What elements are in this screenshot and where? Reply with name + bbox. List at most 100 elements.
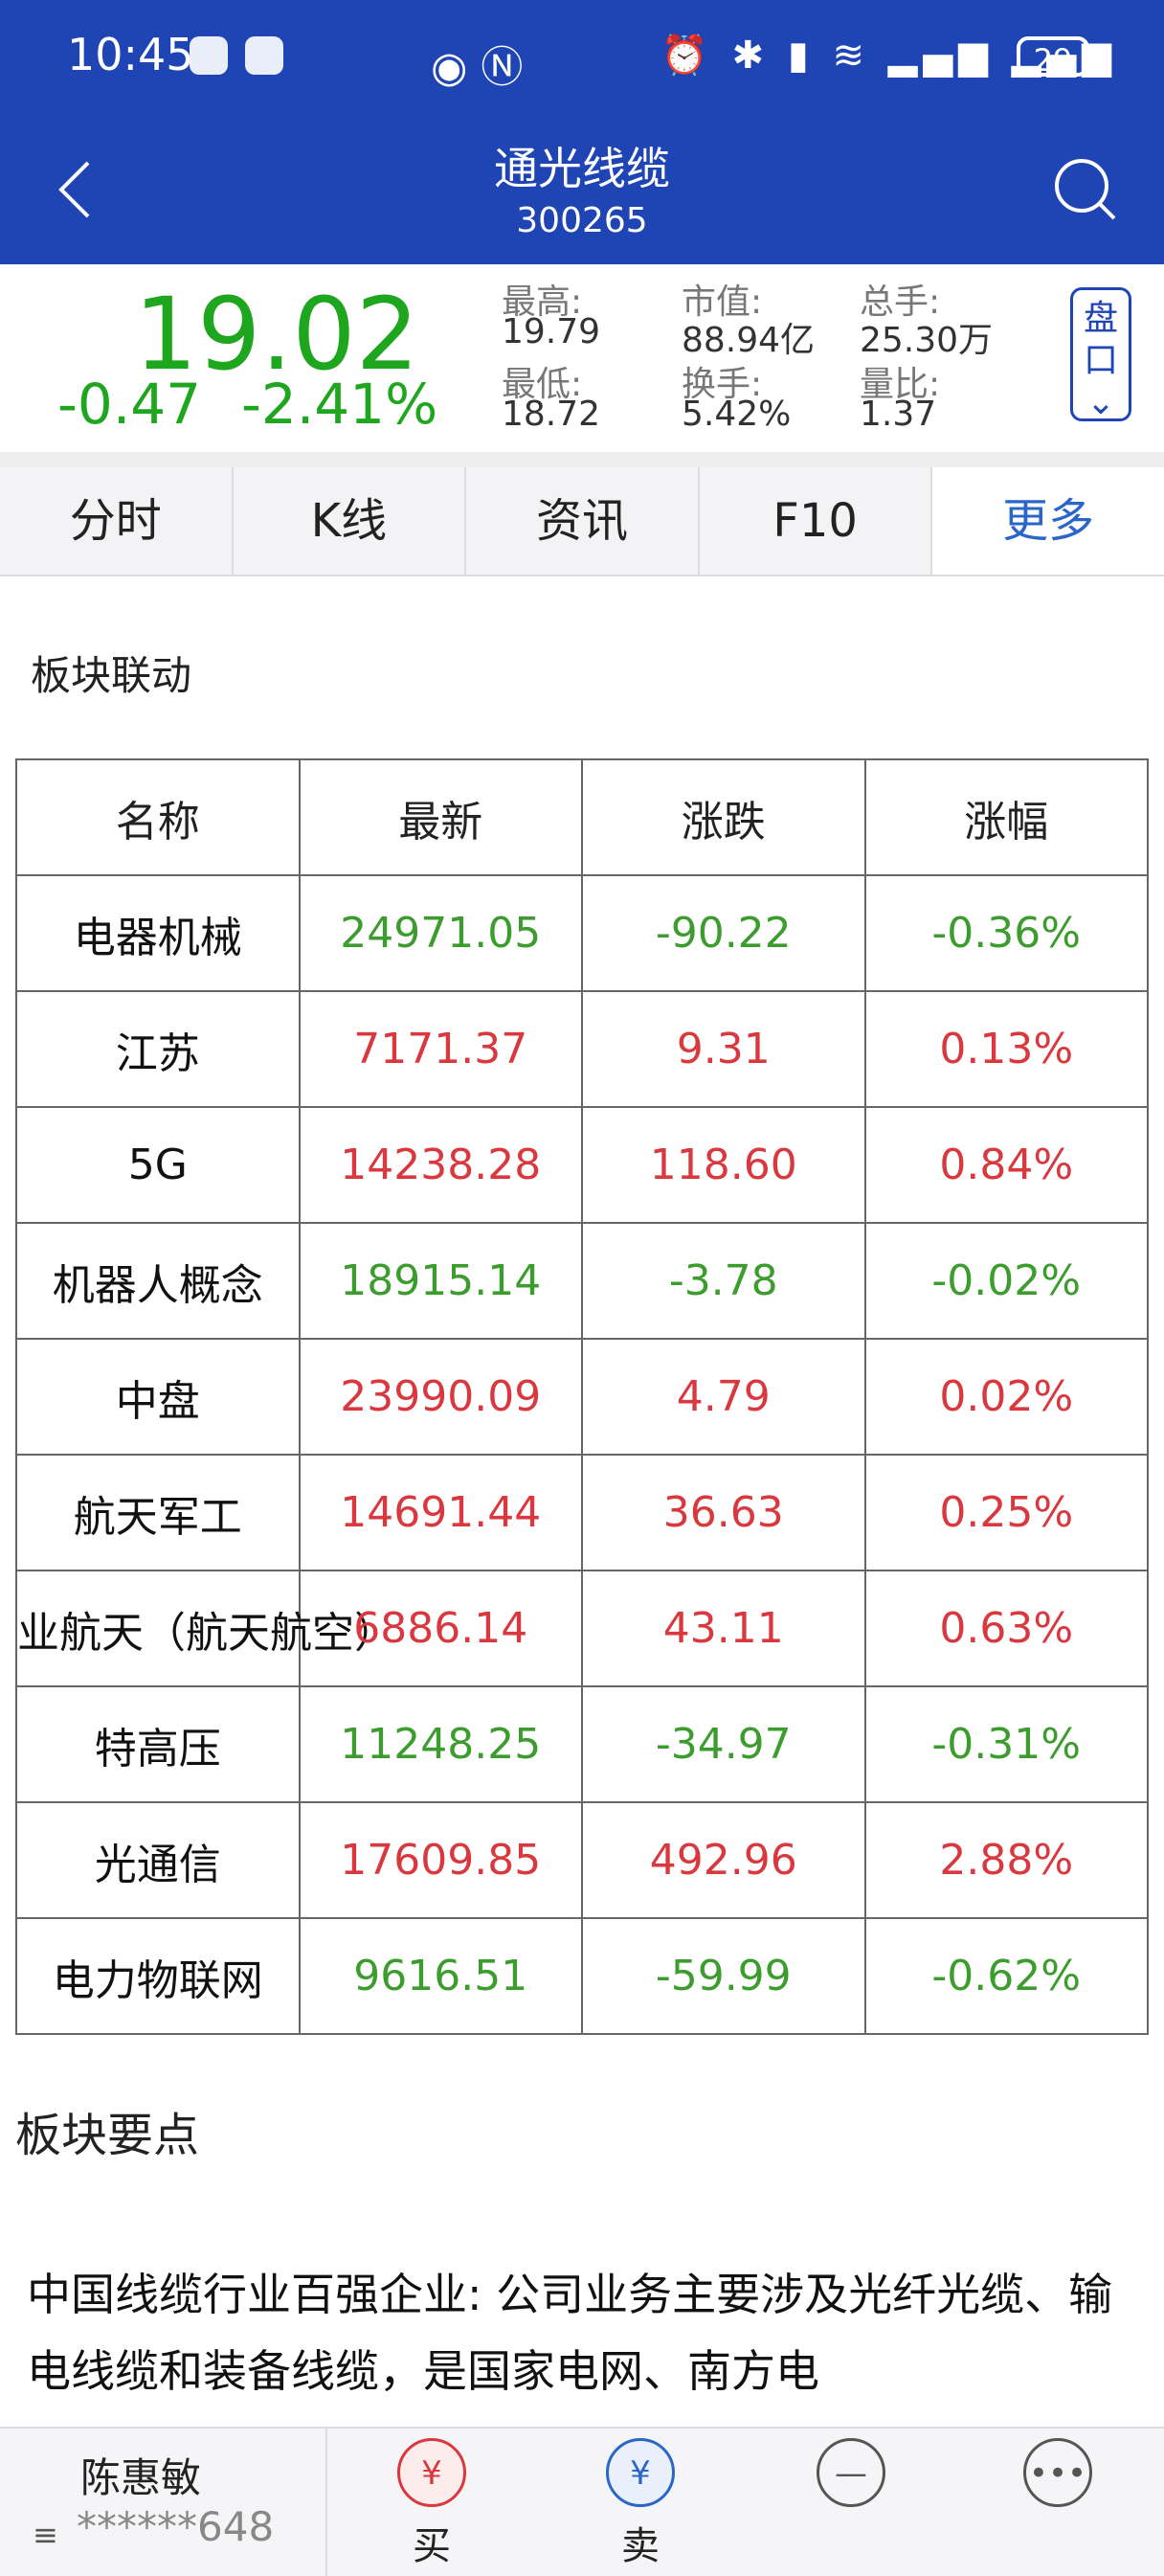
sector-latest-cell: 23990.09 [298, 1338, 583, 1456]
table-row[interactable]: 机器人概念 18915.14 -3.78 -0.02% [15, 1222, 1149, 1340]
stock-header: 通光线缆 300265 [0, 115, 1164, 264]
tab-kline[interactable]: K线 [234, 467, 467, 575]
sector-pct-cell: 0.13% [863, 990, 1149, 1108]
sector-change-cell: 118.60 [581, 1106, 866, 1224]
stock-name: 通光线缆 [494, 143, 670, 194]
sector-pct-cell: 2.88% [863, 1801, 1149, 1919]
tab-news[interactable]: 资讯 [466, 467, 700, 575]
remove-button[interactable]: — [798, 2438, 904, 2507]
order-book-label: 盘口 [1083, 299, 1118, 380]
sector-change-cell: 43.11 [581, 1570, 866, 1687]
table-header-row: 名称 最新 涨跌 涨幅 [15, 758, 1149, 876]
sector-name-cell: 5G [15, 1106, 301, 1224]
app-notification-icon [190, 36, 228, 75]
sector-latest-cell: 14238.28 [298, 1106, 583, 1224]
sector-pct-cell: 0.02% [863, 1338, 1149, 1456]
sector-name-cell: 江苏 [15, 990, 301, 1108]
sector-name-cell: 电力物联网 [15, 1917, 301, 2035]
buy-label: 买 [413, 2524, 451, 2568]
sector-name-cell: 航天军工 [15, 1454, 301, 1571]
sector-latest-cell: 7171.37 [298, 990, 583, 1108]
user-name[interactable]: 陈惠敏 [80, 2446, 201, 2504]
sell-label: 卖 [621, 2524, 660, 2568]
price-change: -0.47 [57, 372, 202, 437]
order-book-button[interactable]: 盘口 ⌄ [1070, 287, 1131, 422]
sell-button[interactable]: ¥ 卖 [588, 2438, 693, 2570]
sector-change-cell: -59.99 [581, 1917, 866, 2035]
sector-change-cell: 492.96 [581, 1801, 866, 1919]
sector-latest-cell: 14691.44 [298, 1454, 583, 1571]
sector-pct-cell: -0.62% [863, 1917, 1149, 2035]
table-row[interactable]: 电力物联网 9616.51 -59.99 -0.62% [15, 1917, 1149, 2035]
table-row[interactable]: 光通信 17609.85 492.96 2.88% [15, 1801, 1149, 1919]
sector-change-cell: -34.97 [581, 1685, 866, 1803]
stat-volratio-value: 1.37 [860, 395, 937, 434]
stock-code: 300265 [516, 201, 648, 240]
sector-name-cell: 光通信 [15, 1801, 301, 1919]
more-button[interactable]: ••• [1005, 2438, 1110, 2507]
tab-bar: 分时 K线 资讯 F10 更多 [0, 467, 1164, 576]
column-header: 名称 [15, 758, 301, 876]
table-row[interactable]: 航天军工 14691.44 36.63 0.25% [15, 1454, 1149, 1571]
table-row[interactable]: 电器机械 24971.05 -90.22 -0.36% [15, 874, 1149, 992]
sector-table: 名称 最新 涨跌 涨幅 电器机械 24971.05 -90.22 -0.36% 江苏 71… [15, 758, 1149, 2035]
sector-pct-cell: 0.63% [863, 1570, 1149, 1687]
sector-name-cell: 特高压 [15, 1685, 301, 1803]
status-time: 10:45 [67, 29, 194, 80]
tab-more[interactable]: 更多 [932, 467, 1164, 575]
sector-change-cell: 9.31 [581, 990, 866, 1108]
sector-latest-cell: 18915.14 [298, 1222, 583, 1340]
column-header: 涨跌 [581, 758, 866, 876]
more-dots-icon: ••• [1023, 2438, 1092, 2507]
stat-mktcap-value: 88.94亿 [682, 321, 816, 360]
sector-name-cell: 中盘 [15, 1338, 301, 1456]
buy-button[interactable]: ¥ 买 [379, 2438, 484, 2570]
sector-latest-cell: 11248.25 [298, 1685, 583, 1803]
app-notification-icon [245, 36, 283, 75]
status-app-icons [190, 36, 283, 75]
stat-high-value: 19.79 [502, 312, 601, 351]
bottom-bar: ≡ 陈惠敏 ******648 ¥ 买 ¥ 卖 — ••• [0, 2427, 1164, 2576]
battery-icon: 29 [1017, 36, 1089, 79]
sector-name-cell: 电器机械 [15, 874, 301, 992]
sector-change-cell: -90.22 [581, 874, 866, 992]
divider [325, 2429, 327, 2576]
divider [0, 452, 1164, 467]
table-row[interactable]: 江苏 7171.37 9.31 0.13% [15, 990, 1149, 1108]
tab-intraday[interactable]: 分时 [0, 467, 234, 575]
sector-name-cell: 机器人概念 [15, 1222, 301, 1340]
search-icon[interactable] [1051, 155, 1120, 224]
stat-turnover-value: 5.42% [682, 395, 792, 434]
chevron-down-icon: ⌄ [1086, 383, 1116, 422]
sector-pct-cell: 0.84% [863, 1106, 1149, 1224]
price-change-pct: -2.41% [241, 372, 438, 437]
sector-pct-cell: 0.25% [863, 1454, 1149, 1571]
sector-linkage-title: 板块联动 [31, 652, 192, 699]
minus-circle-icon: — [817, 2438, 885, 2507]
status-bar: 10:45 ◉ Ⓝ ⏰ ✱ ▮ ≋ ▂▄▆ ▂▄▆ 29 [0, 0, 1164, 115]
sector-latest-cell: 9616.51 [298, 1917, 583, 2035]
sector-pct-cell: -0.02% [863, 1222, 1149, 1340]
sector-latest-cell: 17609.85 [298, 1801, 583, 1919]
sector-change-cell: 36.63 [581, 1454, 866, 1571]
menu-icon[interactable]: ≡ [33, 2517, 59, 2553]
sell-cart-icon: ¥ [606, 2438, 675, 2507]
stat-low-value: 18.72 [502, 395, 601, 434]
sector-points-text: 中国线缆行业百强企业: 公司业务主要涉及光纤光缆、输电线缆和装备线缆，是国家电网… [27, 2269, 1113, 2397]
table-row[interactable]: 特高压 11248.25 -34.97 -0.31% [15, 1685, 1149, 1803]
table-row[interactable]: 中盘 23990.09 4.79 0.02% [15, 1338, 1149, 1456]
stat-volume-value: 25.30万 [860, 321, 994, 360]
account-number: ******648 [77, 2503, 275, 2550]
sector-points-title: 板块要点 [15, 2109, 200, 2162]
quote-panel: 19.02 -0.47 -2.41% 最高: 19.79 市值: 88.94亿 … [0, 264, 1164, 452]
table-row[interactable]: 5G 14238.28 118.60 0.84% [15, 1106, 1149, 1224]
sector-change-cell: -3.78 [581, 1222, 866, 1340]
sector-latest-cell: 24971.05 [298, 874, 583, 992]
sector-change-cell: 4.79 [581, 1338, 866, 1456]
tab-f10[interactable]: F10 [700, 467, 933, 575]
table-row[interactable]: 业航天（航天航空） 6886.14 43.11 0.63% [15, 1570, 1149, 1687]
column-header: 涨幅 [863, 758, 1149, 876]
sector-pct-cell: -0.31% [863, 1685, 1149, 1803]
column-header: 最新 [298, 758, 583, 876]
sector-name-cell: 业航天（航天航空） [15, 1570, 396, 1687]
